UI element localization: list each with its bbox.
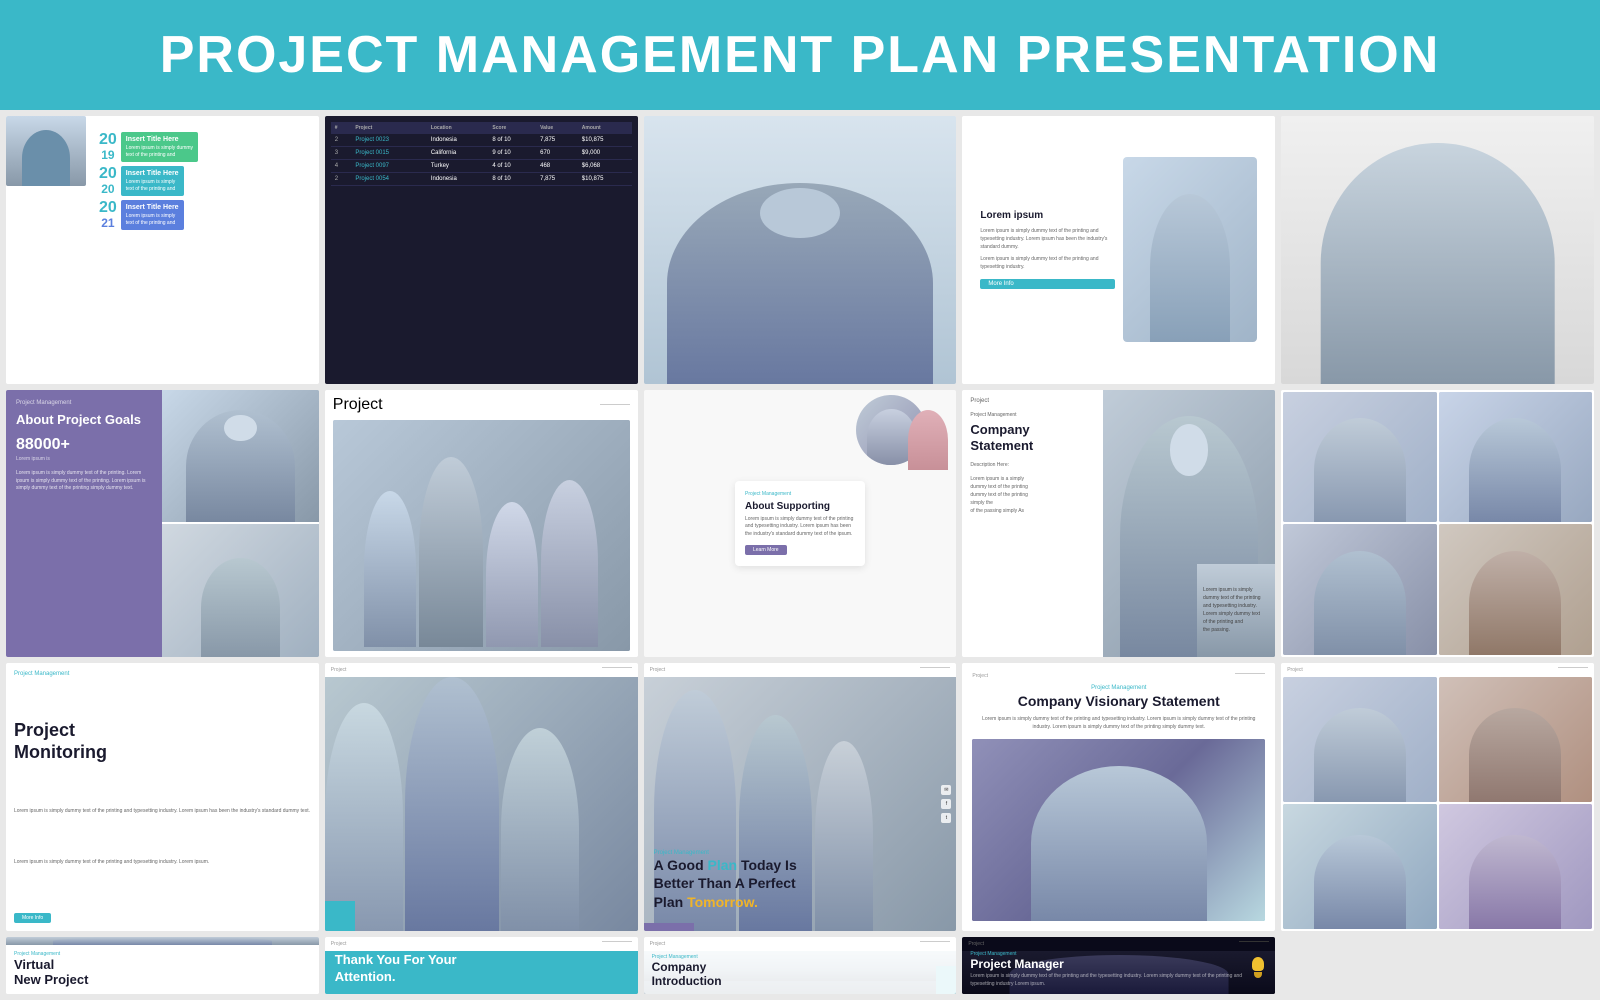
text-area: Lorem ipsum Lorem ipsum is simply dummy … <box>980 134 1114 366</box>
person-image <box>6 116 86 186</box>
team-photo-1 <box>1283 392 1436 523</box>
slide-good-plan[interactable]: Project Project Management A Good Plan T… <box>644 663 957 931</box>
visionary-bottom-image <box>972 739 1265 921</box>
slide16-top-image <box>6 937 319 945</box>
team-photo-2 <box>1439 392 1592 523</box>
company-statement-title: CompanyStatement <box>970 422 1118 456</box>
description-label: Description Here: <box>970 461 1118 469</box>
slide-team-grid[interactable] <box>1281 390 1594 658</box>
team-photo-3 <box>1283 524 1436 655</box>
social-icons-group: ✉ f t <box>941 785 951 823</box>
visionary-title: Company Visionary Statement <box>972 693 1265 709</box>
good-plan-text: Project Management A Good Plan Today IsB… <box>654 850 797 911</box>
pink-person-figure <box>908 410 948 470</box>
more-info-button[interactable]: More Info <box>980 279 1114 289</box>
slides-grid: 20 19 Insert Title Here Lorem ipsum is s… <box>0 110 1600 1000</box>
timeline-item-2: 20 20 Insert Title Here Lorem ipsum is s… <box>99 166 311 196</box>
slide-thank-you[interactable]: Project Project Management Thank You For… <box>325 937 638 994</box>
slide15-top-bar: Project <box>1283 665 1592 675</box>
intro-title: CompanyIntroduction <box>652 960 949 988</box>
timeline-item-1: 20 19 Insert Title Here Lorem ipsum is s… <box>99 132 311 162</box>
intro-overlay: Project Management CompanyIntroduction <box>644 951 957 994</box>
slide-top-bar: Project <box>333 396 630 414</box>
slide12-top-bar: Project <box>325 663 638 677</box>
slide-person-desk[interactable] <box>644 116 957 384</box>
team-photo-4 <box>1439 524 1592 655</box>
team-photo-grid-4 <box>1439 804 1592 929</box>
slide-visionary[interactable]: Project Project Management Company Visio… <box>962 663 1275 931</box>
photo-container <box>1281 116 1594 384</box>
project-table: # Project Location Score Value Amount 2 … <box>331 122 632 186</box>
slide-about-goals[interactable]: Project Management About Project Goals 8… <box>6 390 319 658</box>
slide9-right-desc: Lorem ipsum is simplydummy text of the p… <box>1197 564 1275 658</box>
slide9-left-content: Project Management CompanyStatement Desc… <box>970 412 1118 516</box>
slide13-top-bar: Project <box>644 663 957 677</box>
header: PROJECT MANAGEMENT PLAN PRESENTATION <box>0 0 1600 110</box>
slide18-top-bar: Project <box>644 937 957 951</box>
team-photo-grid-1 <box>1283 677 1436 802</box>
timeline-items: 20 19 Insert Title Here Lorem ipsum is s… <box>99 132 311 230</box>
thank-you-heading: Thank You For YourAttention. <box>335 952 628 986</box>
manager-text: Project Management Project Manager Lorem… <box>962 945 1275 994</box>
purple-accent-bar <box>644 923 694 931</box>
slide-timeline[interactable]: 20 19 Insert Title Here Lorem ipsum is s… <box>6 116 319 384</box>
person-silhouette <box>1320 143 1555 384</box>
good-plan-heading: A Good Plan Today IsBetter Than A Perfec… <box>654 856 797 911</box>
office-person <box>6 937 319 945</box>
slide14-top-bar: Project <box>972 673 1265 679</box>
table-row: 2 Project 0054 Indonesia 8 of 10 7,875 $… <box>331 173 632 186</box>
meeting-image <box>333 420 630 652</box>
city-background: Project Management CompanyIntroduction <box>644 951 957 994</box>
teal-accent-block <box>325 901 355 931</box>
slide16-bottom-text: Project Management VirtualNew Project <box>6 945 319 994</box>
supporting-content-box: Project Management About Supporting Lore… <box>735 481 865 567</box>
slide13-content: Project Management A Good Plan Today IsB… <box>644 677 957 931</box>
manager-title: Project Manager <box>970 957 1267 971</box>
table-row: 4 Project 0097 Turkey 4 of 10 468 $6,068 <box>331 160 632 173</box>
table-row: 2 Project 0023 Indonesia 8 of 10 7,875 $… <box>331 134 632 147</box>
slide-supporting[interactable]: Project Management About Supporting Lore… <box>644 390 957 658</box>
monitoring-more-button[interactable]: More Info <box>14 913 51 923</box>
goals-right-images <box>162 390 318 658</box>
facebook-icon: f <box>941 799 951 809</box>
slide-virtual-project[interactable]: Project Management VirtualNew Project <box>6 937 319 994</box>
slide-monitoring[interactable]: Project Management ProjectMonitoring Lor… <box>6 663 319 931</box>
email-icon: ✉ <box>941 785 951 795</box>
goals-image-top <box>162 390 318 523</box>
slide-content: Lorem ipsum Lorem ipsum is simply dummy … <box>970 124 1267 376</box>
team-photo-grid <box>1283 677 1592 929</box>
intro-content: Project Management CompanyIntroduction <box>644 951 957 994</box>
person-head <box>760 188 840 238</box>
meeting-scene-large <box>325 677 638 931</box>
person-figure <box>667 183 933 384</box>
slide-meeting-large[interactable]: Project <box>325 663 638 931</box>
goals-left-panel: Project Management About Project Goals 8… <box>6 390 162 658</box>
decorative-line <box>600 404 630 405</box>
slide-company-intro[interactable]: Project Project Management CompanyIntrod… <box>644 937 957 994</box>
learn-more-button[interactable]: Learn More <box>745 545 787 555</box>
slide-laptop-text[interactable]: Lorem ipsum Lorem ipsum is simply dummy … <box>962 116 1275 384</box>
team-photo-grid-3 <box>1283 804 1436 929</box>
slide-project-manager[interactable]: Project Project Management Project Manag… <box>962 937 1275 994</box>
slide-table[interactable]: # Project Location Score Value Amount 2 … <box>325 116 638 384</box>
image-area <box>1123 134 1257 366</box>
twitter-icon: t <box>941 813 951 823</box>
thank-you-overlay: Project Management Thank You For YourAtt… <box>325 951 638 994</box>
slide17-top-bar: Project <box>325 937 638 951</box>
desk-background <box>644 116 957 384</box>
slide-company-statement[interactable]: Project Project Management CompanyStatem… <box>962 390 1275 658</box>
table-row: 3 Project 0015 California 9 of 10 670 $9… <box>331 147 632 160</box>
lightbulb-icon <box>1250 957 1265 979</box>
virtual-project-title: VirtualNew Project <box>14 957 311 988</box>
slide-team-photos[interactable]: Project <box>1281 663 1594 931</box>
team-photo-grid-2 <box>1439 677 1592 802</box>
visionary-person <box>1031 766 1207 920</box>
monitoring-title: ProjectMonitoring <box>14 720 311 763</box>
goals-image-bottom <box>162 524 318 657</box>
slide-person-photo[interactable] <box>1281 116 1594 384</box>
thank-you-content: Project Management Thank You For YourAtt… <box>325 951 638 994</box>
page-title: PROJECT MANAGEMENT PLAN PRESENTATION <box>160 25 1441 85</box>
slide-meeting[interactable]: Project <box>325 390 638 658</box>
timeline-item-3: 20 21 Insert Title Here Lorem ipsum is s… <box>99 200 311 230</box>
